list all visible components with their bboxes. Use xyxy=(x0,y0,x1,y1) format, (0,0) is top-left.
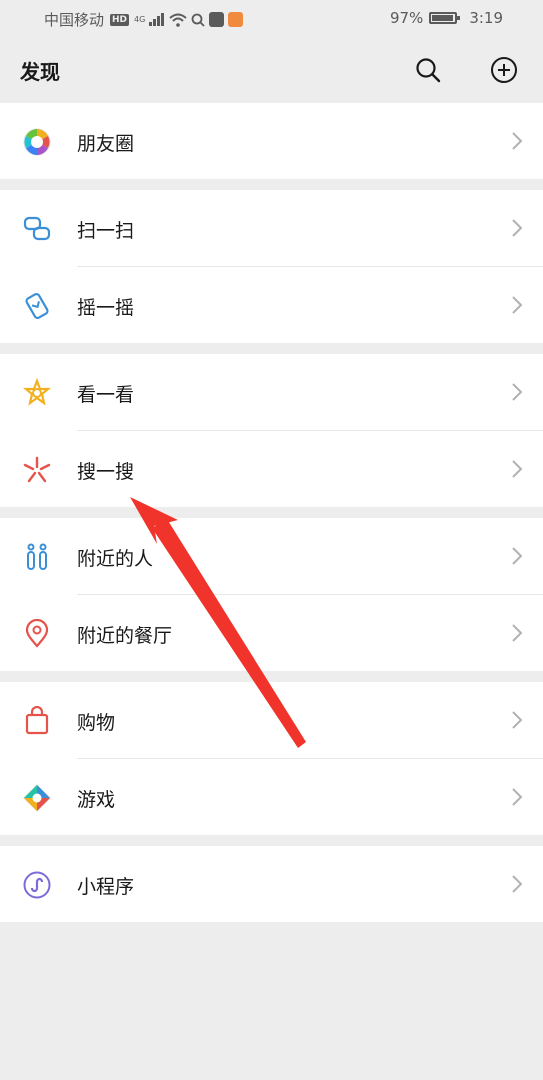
carrier-label: 中国移动 xyxy=(44,11,105,29)
menu-item-label: 购物 xyxy=(77,712,116,734)
search-small-icon xyxy=(191,13,205,27)
menu-item-label: 扫一扫 xyxy=(77,220,135,242)
search-button[interactable] xyxy=(412,54,444,86)
chevron-right-icon xyxy=(512,788,523,806)
people-nearby-icon xyxy=(22,542,52,572)
menu-item-label: 看一看 xyxy=(77,384,135,406)
search-spark-icon xyxy=(22,455,52,485)
battery-icon xyxy=(429,12,461,24)
chevron-right-icon xyxy=(512,547,523,565)
location-pin-icon xyxy=(22,619,52,649)
menu-item-top-stories[interactable]: 看一看 xyxy=(0,354,543,430)
app-notification-icon-2 xyxy=(228,12,244,27)
battery-fill xyxy=(432,15,454,21)
menu-item-label: 附近的餐厅 xyxy=(77,625,173,647)
menu-item-restaurants-nearby[interactable]: 附近的餐厅 xyxy=(0,595,543,671)
menu-item-label: 朋友圈 xyxy=(77,133,135,155)
chevron-right-icon xyxy=(512,383,523,401)
chevron-right-icon xyxy=(512,219,523,237)
scan-icon xyxy=(22,214,52,244)
group-nearby: 附近的人 附近的餐厅 xyxy=(0,518,543,671)
menu-item-shopping[interactable]: 购物 xyxy=(0,682,543,758)
moments-icon xyxy=(22,127,52,157)
menu-item-people-nearby[interactable]: 附近的人 xyxy=(0,518,543,594)
group-moments: 朋友圈 xyxy=(0,103,543,179)
chevron-right-icon xyxy=(512,875,523,893)
plus-circle-icon xyxy=(491,57,517,83)
search-icon xyxy=(416,58,441,83)
battery-percent: 97% xyxy=(389,9,424,27)
wifi-icon xyxy=(169,13,187,27)
menu-item-label: 摇一摇 xyxy=(77,297,135,319)
app-notification-icon xyxy=(209,12,225,27)
group-stories-search: 看一看 搜一搜 xyxy=(0,354,543,507)
signal-icon xyxy=(149,13,165,26)
menu-item-search[interactable]: 搜一搜 xyxy=(0,431,543,507)
page-header: 发现 xyxy=(0,38,543,102)
group-mini-programs: 小程序 xyxy=(0,846,543,922)
group-scan-shake: 扫一扫 摇一摇 xyxy=(0,190,543,343)
menu-item-shake[interactable]: 摇一摇 xyxy=(0,267,543,343)
menu-item-mini-programs[interactable]: 小程序 xyxy=(0,846,543,922)
clock: 3:19 xyxy=(469,9,503,27)
mini-programs-icon xyxy=(22,870,52,900)
chevron-right-icon xyxy=(512,132,523,150)
menu-item-label: 小程序 xyxy=(77,876,135,898)
chevron-right-icon xyxy=(512,460,523,478)
menu-item-label: 搜一搜 xyxy=(77,461,135,483)
menu-item-games[interactable]: 游戏 xyxy=(0,759,543,835)
network-label: 4G xyxy=(134,14,146,24)
menu-item-label: 附近的人 xyxy=(77,548,154,570)
shake-icon xyxy=(22,291,52,321)
group-shopping-games: 购物 游戏 xyxy=(0,682,543,835)
chevron-right-icon xyxy=(512,296,523,314)
menu-item-moments[interactable]: 朋友圈 xyxy=(0,103,543,179)
status-bar: 中国移动 HD 4G 97% 3:19 xyxy=(0,0,543,38)
menu-item-scan[interactable]: 扫一扫 xyxy=(0,190,543,266)
status-right: 97% 3:19 xyxy=(390,9,503,27)
shopping-bag-icon xyxy=(22,706,52,736)
hd-badge: HD xyxy=(110,13,130,26)
page-title: 发现 xyxy=(20,60,60,84)
games-icon xyxy=(22,783,52,813)
menu-item-label: 游戏 xyxy=(77,789,116,811)
add-button[interactable] xyxy=(488,54,520,86)
chevron-right-icon xyxy=(512,624,523,642)
chevron-right-icon xyxy=(512,711,523,729)
status-left: 中国移动 HD 4G xyxy=(44,9,244,30)
top-stories-icon xyxy=(22,378,52,408)
